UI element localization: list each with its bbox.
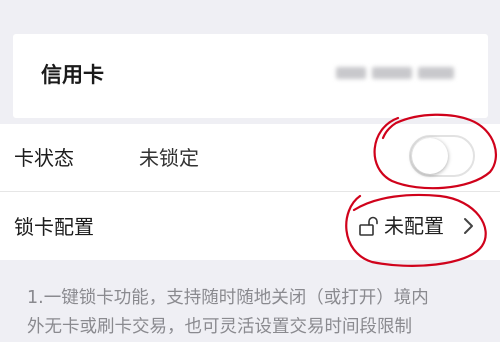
feature-note: 1.一键锁卡功能，支持随时随地关闭（或打开）境内 外无卡或刷卡交易，也可灵活设置… [27,284,487,342]
card-status-row: 卡状态 未锁定 [0,124,500,191]
card-status-label: 卡状态 [14,146,74,170]
top-strip [0,0,500,16]
note-line-2: 外无卡或刷卡交易，也可灵活设置交易时间段限制 [27,317,412,337]
mask-segment [372,67,412,79]
mask-segment [336,67,366,79]
lock-config-row[interactable]: 锁卡配置 未配置 [0,193,500,260]
lock-config-value-group[interactable]: 未配置 [358,211,476,241]
settings-panel: 卡状态 未锁定 锁卡配置 未配置 [0,124,500,260]
chevron-right-icon [462,215,476,237]
masked-card-number [336,62,474,84]
card-status-value: 未锁定 [139,146,199,170]
mask-segment [418,67,454,79]
lock-config-label: 锁卡配置 [14,215,94,239]
credit-card-label: 信用卡 [41,63,104,87]
unlock-icon [358,215,380,237]
note-line-1: 1.一键锁卡功能，支持随时随地关闭（或打开）境内 [27,288,429,308]
credit-card-panel[interactable]: 信用卡 [13,34,488,118]
lock-config-value: 未配置 [384,214,444,238]
toggle-knob [412,138,448,174]
card-lock-toggle[interactable] [409,135,475,177]
row-divider [0,191,500,192]
